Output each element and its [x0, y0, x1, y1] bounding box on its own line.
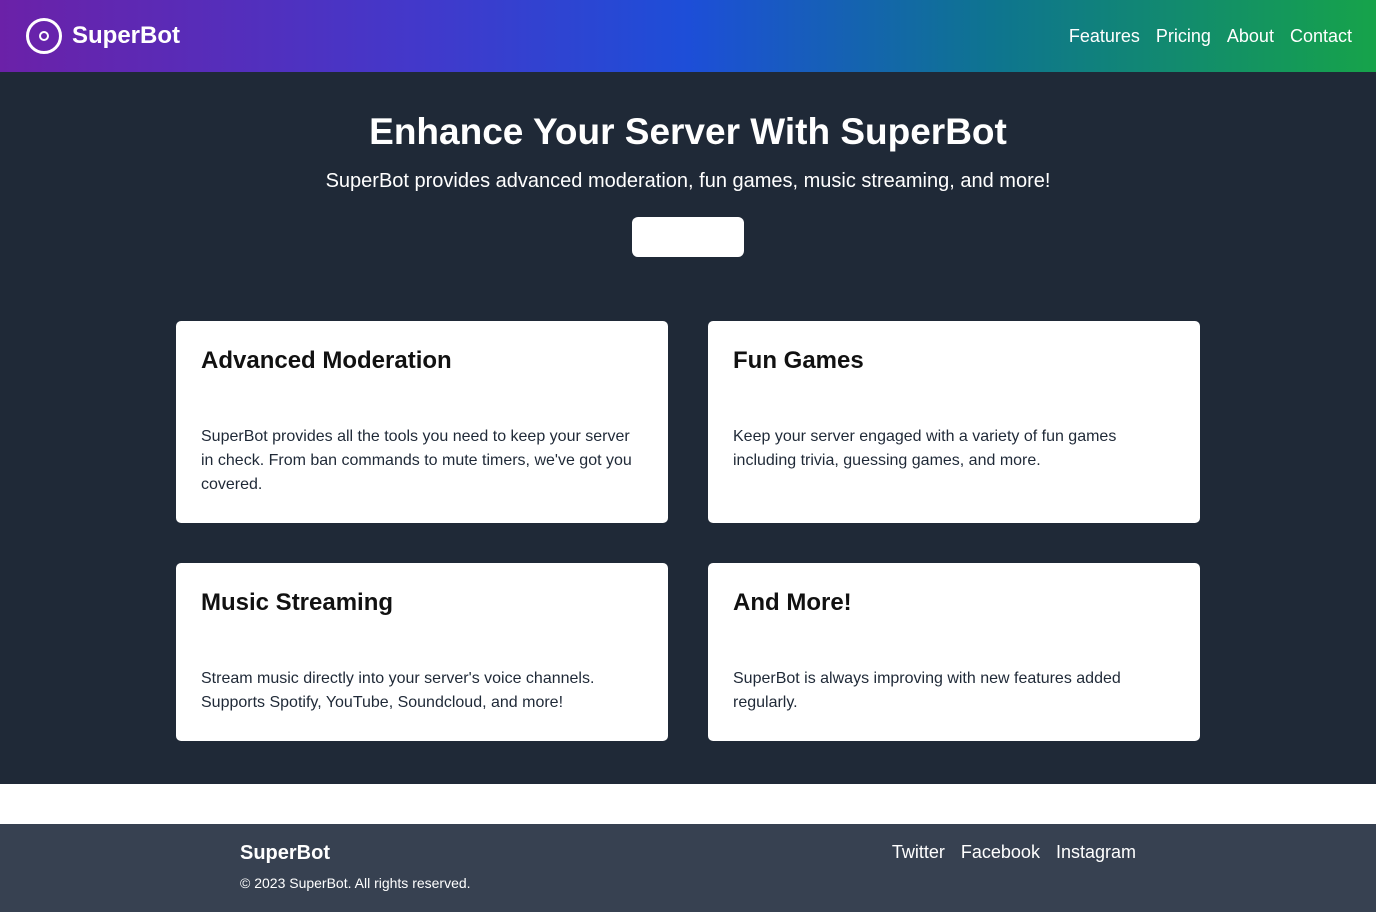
footer-link-instagram[interactable]: Instagram — [1056, 842, 1136, 891]
footer-copyright: © 2023 SuperBot. All rights reserved. — [240, 875, 471, 891]
feature-card-title: And More! — [733, 589, 852, 616]
footer-link-facebook[interactable]: Facebook — [961, 842, 1040, 891]
hero-subtitle: SuperBot provides advanced moderation, f… — [325, 170, 1051, 192]
footer-inner: SuperBot © 2023 SuperBot. All rights res… — [240, 824, 1136, 891]
features-grid: Advanced Moderation SuperBot provides al… — [176, 321, 1200, 741]
footer-links: Twitter Facebook Instagram — [892, 842, 1136, 891]
feature-card-text: SuperBot is always improving with new fe… — [733, 670, 1121, 711]
nav-link-features[interactable]: Features — [1069, 26, 1140, 47]
feature-card-title: Music Streaming — [201, 589, 394, 616]
nav-link-about[interactable]: About — [1227, 26, 1274, 47]
nav-link-contact[interactable]: Contact — [1290, 26, 1352, 47]
feature-card-moderation: Advanced Moderation SuperBot provides al… — [176, 321, 668, 523]
feature-card-title: Fun Games — [733, 347, 864, 374]
logo-icon — [26, 18, 62, 54]
feature-card-text: SuperBot provides all the tools you need… — [201, 428, 632, 493]
navbar: SuperBot Features Pricing About Contact — [0, 0, 1376, 72]
footer-brand-block: SuperBot © 2023 SuperBot. All rights res… — [240, 842, 471, 891]
feature-card-more: And More! SuperBot is always improving w… — [708, 563, 1200, 741]
brand[interactable]: SuperBot — [26, 18, 180, 54]
hero-cta-button[interactable] — [632, 217, 744, 257]
feature-card-text: Keep your server engaged with a variety … — [733, 428, 1117, 469]
feature-card-text: Stream music directly into your server's… — [201, 670, 595, 711]
nav-links: Features Pricing About Contact — [1069, 26, 1352, 47]
feature-card-title: Advanced Moderation — [201, 347, 452, 374]
main-section: Enhance Your Server With SuperBot SuperB… — [0, 72, 1376, 784]
nav-link-pricing[interactable]: Pricing — [1156, 26, 1211, 47]
brand-name: SuperBot — [72, 22, 180, 49]
hero-title: Enhance Your Server With SuperBot — [369, 111, 1007, 152]
footer-brand: SuperBot — [240, 842, 330, 864]
footer-link-twitter[interactable]: Twitter — [892, 842, 945, 891]
feature-card-games: Fun Games Keep your server engaged with … — [708, 321, 1200, 523]
footer: SuperBot © 2023 SuperBot. All rights res… — [0, 824, 1376, 912]
hero-button-wrap — [0, 217, 1376, 257]
section-spacer — [0, 784, 1376, 824]
feature-card-music: Music Streaming Stream music directly in… — [176, 563, 668, 741]
